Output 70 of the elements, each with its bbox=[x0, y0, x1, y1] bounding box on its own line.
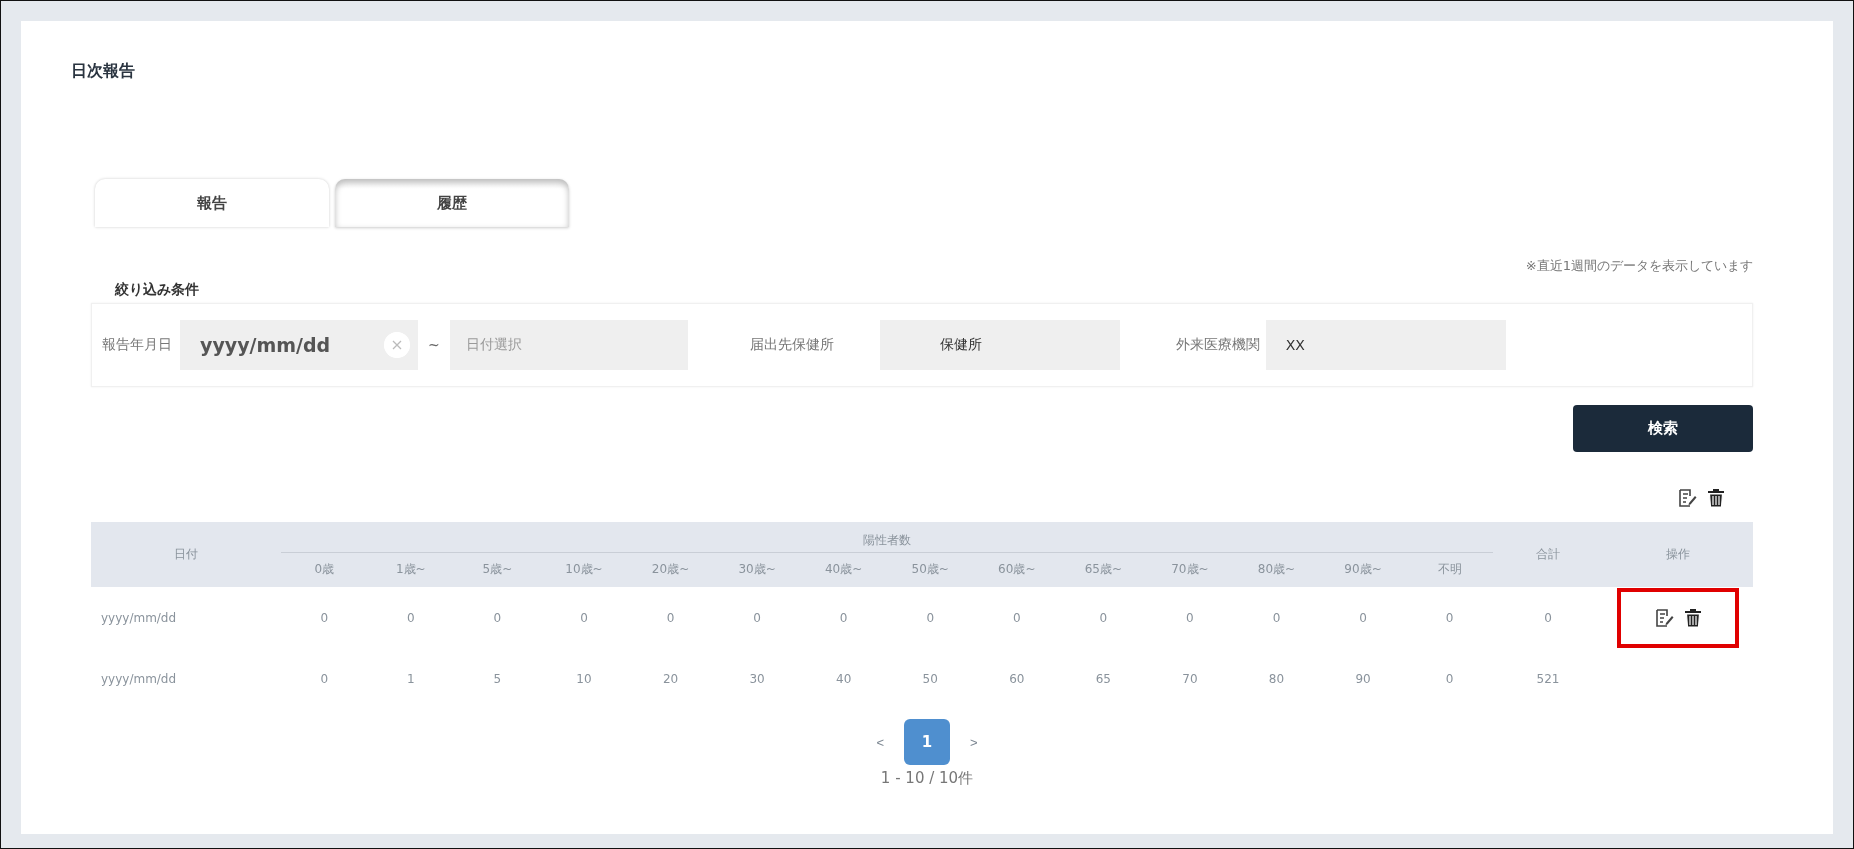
count-cell: 0 bbox=[1445, 671, 1454, 686]
group-header: 陽性者数 bbox=[863, 532, 911, 547]
range-separator: ~ bbox=[428, 337, 440, 353]
column-header: 操作 bbox=[1666, 547, 1690, 561]
trash-icon[interactable] bbox=[1707, 488, 1725, 508]
field-label: 外来医療機関 bbox=[1175, 336, 1260, 354]
count-cell: 0 bbox=[407, 610, 415, 625]
count-cell: 70 bbox=[1182, 671, 1198, 686]
count-cell: 80 bbox=[1268, 671, 1285, 686]
edit-icon[interactable] bbox=[1677, 488, 1697, 508]
trash-icon[interactable] bbox=[1684, 607, 1702, 628]
count-cell: 30 bbox=[749, 671, 765, 686]
count-cell: 10 bbox=[576, 671, 592, 686]
column-header: 合計 bbox=[1536, 547, 1560, 561]
notice-text: ※直近1週間のデータを表示しています bbox=[1525, 257, 1753, 275]
count-cell: 0 bbox=[1272, 610, 1281, 625]
count-cell: 0 bbox=[320, 610, 329, 625]
tab[interactable]: 履歴 bbox=[335, 179, 569, 227]
column-header: 5歳~ bbox=[482, 562, 513, 577]
column-header: 65歳~ bbox=[1084, 562, 1122, 577]
count-cell: 90 bbox=[1355, 671, 1371, 686]
count-cell: 5 bbox=[493, 671, 502, 686]
column-header: 40歳~ bbox=[825, 562, 863, 577]
count-cell: 40 bbox=[836, 671, 852, 686]
column-header: 10歳~ bbox=[565, 562, 603, 577]
column-header: 20歳~ bbox=[651, 562, 690, 577]
count-cell: 0 bbox=[1186, 610, 1194, 625]
prev-page-button[interactable]: < bbox=[876, 734, 884, 750]
column-header: 80歳~ bbox=[1257, 562, 1296, 577]
count-cell: 0 bbox=[666, 610, 675, 625]
count-cell: 0 bbox=[1099, 610, 1108, 625]
count-cell: 0 bbox=[753, 610, 761, 625]
page-title: 日次報告 bbox=[71, 61, 135, 82]
count-cell: 0 bbox=[320, 671, 329, 686]
tab[interactable]: 報告 bbox=[95, 179, 329, 227]
next-page-button[interactable]: > bbox=[970, 734, 978, 750]
count-cell: 0 bbox=[1445, 610, 1454, 625]
column-header: 0歳 bbox=[314, 562, 335, 577]
filter-title: 絞り込み条件 bbox=[115, 281, 199, 299]
count-cell: 0 bbox=[839, 610, 848, 625]
field-label: 報告年月日 bbox=[102, 336, 172, 354]
search-button[interactable]: 検索 bbox=[1573, 405, 1753, 452]
column-header: 50歳~ bbox=[911, 562, 949, 577]
count-cell: 20 bbox=[662, 671, 679, 686]
count-cell: 0 bbox=[1012, 610, 1021, 625]
count-cell: 65 bbox=[1095, 671, 1111, 686]
count-cell: 50 bbox=[922, 671, 938, 686]
field-label: 届出先保健所 bbox=[749, 336, 834, 354]
column-header: 1歳~ bbox=[396, 562, 426, 577]
column-header: 日付 bbox=[174, 547, 198, 561]
date-cell: yyyy/mm/dd bbox=[101, 671, 177, 686]
column-header: 70歳~ bbox=[1171, 562, 1209, 577]
count-cell: 1 bbox=[407, 671, 415, 686]
date-from-field[interactable]: yyyy/mm/dd bbox=[180, 320, 418, 370]
column-header: 不明 bbox=[1437, 562, 1462, 577]
count-cell: 0 bbox=[493, 610, 502, 625]
column-header: 90歳~ bbox=[1344, 562, 1382, 577]
count-cell: 0 bbox=[1359, 610, 1367, 625]
count-cell: 0 bbox=[580, 610, 588, 625]
count-cell: 0 bbox=[926, 610, 935, 625]
count-cell: 60 bbox=[1009, 671, 1025, 686]
page-summary: 1 - 10 / 10件 bbox=[880, 769, 974, 788]
date-cell: yyyy/mm/dd bbox=[101, 610, 177, 625]
column-header: 60歳~ bbox=[998, 562, 1036, 577]
edit-icon[interactable] bbox=[1654, 607, 1674, 628]
clinic-field[interactable]: XX bbox=[1265, 320, 1506, 370]
column-header: 30歳~ bbox=[738, 562, 776, 577]
total-cell: 521 bbox=[1536, 671, 1560, 686]
health-center-field[interactable]: 保健所 bbox=[879, 320, 1120, 370]
total-cell: 0 bbox=[1544, 610, 1552, 625]
